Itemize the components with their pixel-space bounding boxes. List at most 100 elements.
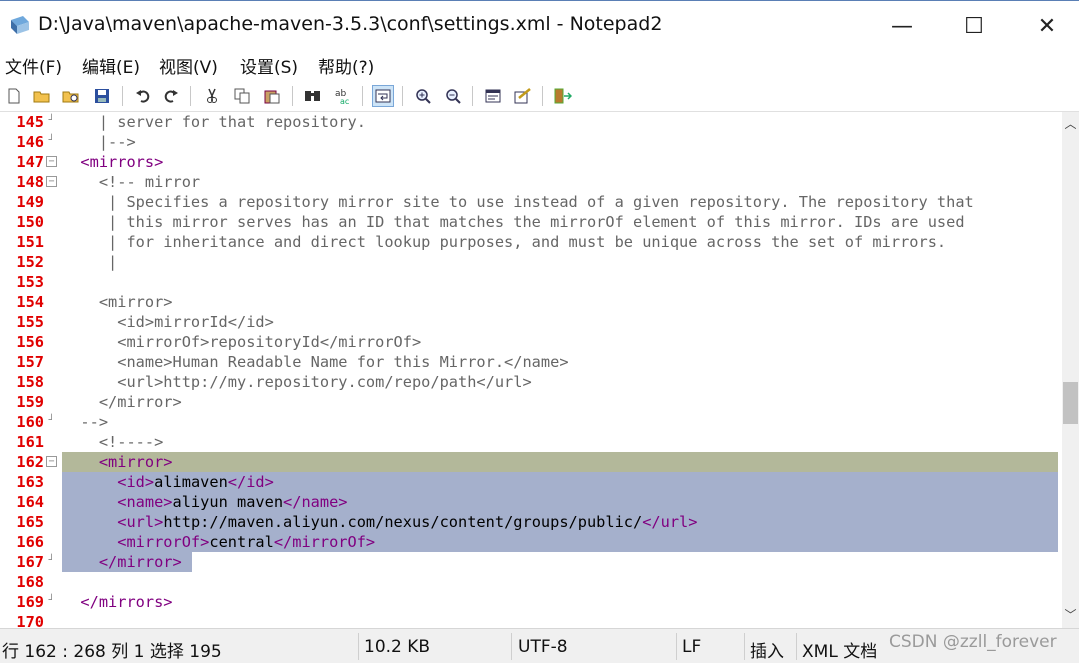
code-text: -->	[62, 413, 109, 431]
open-folder-icon[interactable]	[31, 85, 53, 107]
fold-end-icon: ┘	[48, 115, 55, 126]
menu-bar: 文件(F) 编辑(E) 视图(V) 设置(S) 帮助(?)	[0, 50, 1079, 80]
status-lexer[interactable]: XML 文档	[802, 637, 877, 662]
scroll-down-icon[interactable]: ﹀	[1062, 607, 1079, 624]
word-wrap-icon[interactable]	[372, 85, 394, 107]
code-line[interactable]: 154 <mirror>	[0, 292, 1058, 312]
line-number: 157	[16, 353, 44, 371]
code-text: <mirrorOf>central</mirrorOf>	[62, 533, 376, 551]
browse-icon[interactable]	[60, 85, 82, 107]
code-line[interactable]: 161 <!---->	[0, 432, 1058, 452]
code-line[interactable]: 169 ┘ </mirrors>	[0, 592, 1058, 612]
code-text: |-->	[62, 133, 136, 151]
code-line[interactable]: 164 <name>aliyun maven</name>	[0, 492, 1058, 512]
status-insert-mode[interactable]: 插入	[750, 637, 784, 662]
line-number: 168	[16, 573, 44, 591]
line-number: 165	[16, 513, 44, 531]
code-line[interactable]: 145 ┘ | server for that repository.	[0, 112, 1058, 132]
fold-collapse-icon[interactable]: −	[46, 156, 57, 167]
replace-icon[interactable]: ab ac	[332, 85, 354, 107]
redo-icon[interactable]	[160, 85, 182, 107]
save-icon[interactable]	[91, 85, 113, 107]
code-text: </mirror>	[62, 393, 182, 411]
title-bar: D:\Java\maven\apache-maven-3.5.3\conf\se…	[0, 0, 1079, 50]
undo-icon[interactable]	[132, 85, 154, 107]
code-line[interactable]: 155 <id>mirrorId</id>	[0, 312, 1058, 332]
menu-view[interactable]: 视图(V)	[159, 53, 218, 78]
code-text: | this mirror serves has an ID that matc…	[62, 213, 965, 231]
scroll-thumb[interactable]	[1063, 382, 1078, 424]
menu-help[interactable]: 帮助(?)	[318, 53, 374, 78]
menu-edit[interactable]: 编辑(E)	[82, 53, 140, 78]
code-text: |	[62, 253, 118, 271]
window-title: D:\Java\maven\apache-maven-3.5.3\conf\se…	[38, 13, 663, 35]
code-text: <id>mirrorId</id>	[62, 313, 274, 331]
line-number: 169	[16, 593, 44, 611]
code-line[interactable]: 168	[0, 572, 1058, 592]
code-line[interactable]: 156 <mirrorOf>repositoryId</mirrorOf>	[0, 332, 1058, 352]
find-icon[interactable]	[302, 85, 324, 107]
zoom-out-icon[interactable]	[442, 85, 464, 107]
line-number: 155	[16, 313, 44, 331]
code-line[interactable]: 153	[0, 272, 1058, 292]
line-number: 153	[16, 273, 44, 291]
code-text: <mirror>	[62, 293, 173, 311]
watermark: CSDN @zzll_forever	[889, 632, 1057, 652]
line-number: 167	[16, 553, 44, 571]
code-text: </mirror>	[62, 553, 182, 571]
code-text: <name>Human Readable Name for this Mirro…	[62, 353, 569, 371]
exit-icon[interactable]	[552, 85, 574, 107]
code-line[interactable]: 147− <mirrors>	[0, 152, 1058, 172]
close-button[interactable]: ✕	[1019, 1, 1075, 51]
status-eol[interactable]: LF	[682, 637, 701, 657]
menu-file[interactable]: 文件(F)	[5, 53, 62, 78]
code-text: <!-- mirror	[62, 173, 201, 191]
code-line[interactable]: 158 <url>http://my.repository.com/repo/p…	[0, 372, 1058, 392]
status-encoding[interactable]: UTF-8	[518, 637, 568, 657]
code-line[interactable]: 151 | for inheritance and direct lookup …	[0, 232, 1058, 252]
code-line[interactable]: 165 <url>http://maven.aliyun.com/nexus/c…	[0, 512, 1058, 532]
line-number: 148	[16, 173, 44, 191]
svg-text:ac: ac	[340, 97, 349, 105]
new-file-icon[interactable]	[3, 85, 25, 107]
line-number: 149	[16, 193, 44, 211]
code-line[interactable]: 150 | this mirror serves has an ID that …	[0, 212, 1058, 232]
fold-end-icon: ┘	[48, 415, 55, 426]
fold-collapse-icon[interactable]: −	[46, 176, 57, 187]
code-text: <name>aliyun maven</name>	[62, 493, 348, 511]
line-number: 166	[16, 533, 44, 551]
code-line[interactable]: 170	[0, 612, 1058, 628]
editor-area[interactable]: 145 ┘ | server for that repository. 146 ┘ |…	[0, 112, 1062, 628]
notepad-app-icon	[11, 16, 29, 34]
code-line[interactable]: 167 ┘ </mirror>	[0, 552, 1058, 572]
code-line[interactable]: 148− <!-- mirror	[0, 172, 1058, 192]
copy-icon[interactable]	[231, 85, 253, 107]
code-line[interactable]: 162− <mirror>	[0, 452, 1058, 472]
code-line[interactable]: 146 ┘ |-->	[0, 132, 1058, 152]
fold-collapse-icon[interactable]: −	[46, 456, 57, 467]
settings-icon[interactable]	[482, 85, 504, 107]
minimize-button[interactable]: —	[874, 1, 930, 51]
code-line[interactable]: 159 </mirror>	[0, 392, 1058, 412]
line-number: 159	[16, 393, 44, 411]
code-text: </mirrors>	[62, 593, 173, 611]
paste-icon[interactable]	[261, 85, 283, 107]
cut-icon[interactable]	[201, 85, 223, 107]
code-line[interactable]: 166 <mirrorOf>central</mirrorOf>	[0, 532, 1058, 552]
status-position: 行 162 : 268 列 1 选择 195	[2, 642, 222, 662]
maximize-button[interactable]: ☐	[946, 1, 1002, 51]
scroll-up-icon[interactable]: ︿	[1062, 116, 1079, 133]
fold-end-icon: ┘	[48, 595, 55, 606]
zoom-in-icon[interactable]	[412, 85, 434, 107]
scheme-icon[interactable]	[512, 85, 534, 107]
code-line[interactable]: 149 | Specifies a repository mirror site…	[0, 192, 1058, 212]
line-number: 158	[16, 373, 44, 391]
code-line[interactable]: 163 <id>alimaven</id>	[0, 472, 1058, 492]
code-line[interactable]: 160 ┘ -->	[0, 412, 1058, 432]
code-line[interactable]: 152 |	[0, 252, 1058, 272]
line-number: 163	[16, 473, 44, 491]
menu-settings[interactable]: 设置(S)	[240, 53, 298, 78]
line-number: 160	[16, 413, 44, 431]
code-line[interactable]: 157 <name>Human Readable Name for this M…	[0, 352, 1058, 372]
vertical-scrollbar[interactable]: ︿ ﹀	[1062, 112, 1079, 628]
